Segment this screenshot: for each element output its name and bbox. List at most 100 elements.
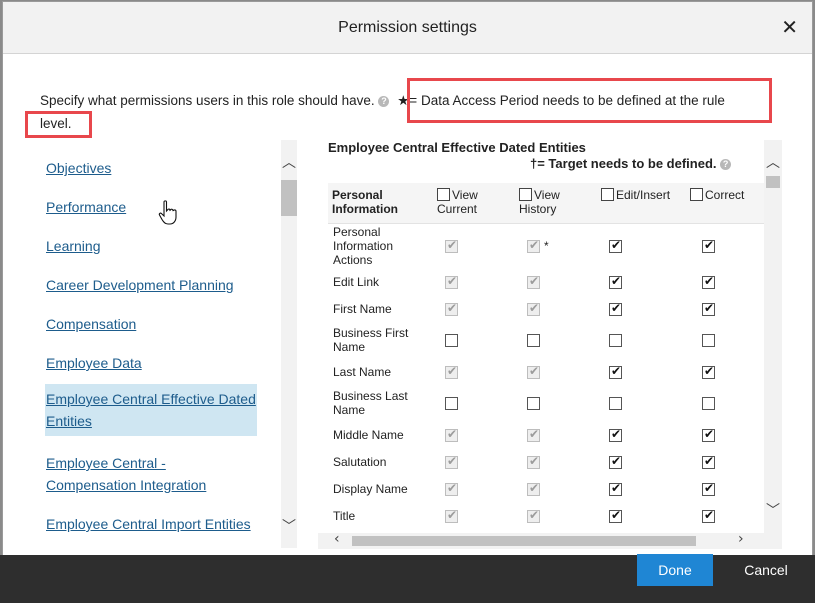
table-row: Personal Information Actions * [328,223,764,268]
checkbox-cell [433,223,515,268]
permission-checkbox[interactable] [609,454,622,469]
horizontal-scroll-thumb[interactable] [352,536,696,546]
permission-checkbox [527,481,540,496]
cancel-button[interactable]: Cancel [733,554,799,586]
permission-checkbox [445,454,458,469]
sidebar-item[interactable]: Employee Central Effective Dated Entitie… [45,384,257,436]
permission-checkbox [527,427,540,442]
checkbox-cell [686,475,764,502]
permission-checkbox[interactable] [702,481,715,496]
sidebar-scroll-thumb[interactable] [281,180,297,216]
view-current-all-checkbox[interactable] [437,188,450,201]
edit-insert-all-checkbox[interactable] [601,188,614,201]
permission-checkbox[interactable] [702,334,715,348]
permission-checkbox [445,508,458,523]
sidebar-item[interactable]: Employee Central Import Entities [46,513,257,535]
permission-checkbox[interactable] [445,334,458,348]
close-icon[interactable]: ✕ [781,16,798,38]
help-icon[interactable]: ? [720,159,732,170]
permission-checkbox[interactable] [609,301,622,316]
permission-checkbox[interactable] [609,481,622,496]
permission-checkbox [445,301,458,316]
intro-text: Specify what permissions users in this r… [40,93,375,108]
chevron-down-icon[interactable]: ﹀ [282,516,296,536]
chevron-right-icon[interactable]: › [738,531,744,547]
checkbox-cell [515,475,597,502]
chevron-left-icon[interactable]: ‹ [334,531,340,547]
row-label: Personal Information Actions [333,224,394,267]
checkbox-cell [515,295,597,322]
column-header-correct[interactable]: Correct [686,183,764,224]
row-label: Edit Link [333,274,380,289]
table-header-row: Personal Information View Current View H… [328,183,764,224]
checkbox-cell [433,385,515,421]
permission-checkbox[interactable] [702,274,715,289]
sidebar-item[interactable]: Employee Data [46,352,257,374]
sidebar-item[interactable]: Career Development Planning [46,274,257,296]
permission-checkbox[interactable] [702,238,715,253]
table-horizontal-scrollbar[interactable]: ‹ › [318,531,782,549]
checkbox-cell [515,358,597,385]
column-header-view-current[interactable]: View Current [433,183,515,224]
permission-checkbox[interactable] [702,364,715,379]
checkbox-cell [433,421,515,448]
checkbox-cell [686,322,764,358]
permission-checkbox[interactable] [609,238,622,253]
checkbox-cell [686,448,764,475]
view-history-all-checkbox[interactable] [519,188,532,201]
sidebar-item[interactable]: Objectives [46,157,257,179]
table-scrollbar[interactable] [764,140,782,533]
permission-checkbox[interactable] [702,397,715,411]
row-label: Salutation [333,454,387,469]
help-icon[interactable]: ? [378,96,390,107]
permission-checkbox [445,238,458,253]
permission-checkbox[interactable] [527,397,540,411]
permission-checkbox [527,454,540,469]
row-label: Title [333,508,356,523]
checkbox-cell [597,448,686,475]
chevron-up-icon[interactable]: ︿ [282,152,296,172]
permission-checkbox [527,364,540,379]
sidebar-item[interactable]: Learning [46,235,257,257]
permission-checkbox[interactable] [702,427,715,442]
permission-checkbox[interactable] [609,427,622,442]
chevron-down-icon[interactable]: ﹀ [766,500,780,520]
permission-checkbox [445,427,458,442]
permission-checkbox [527,508,540,523]
checkbox-cell [597,358,686,385]
panel-title: Employee Central Effective Dated Entitie… [328,140,586,155]
checkbox-cell [686,421,764,448]
checkbox-cell [686,295,764,322]
column-header-view-history[interactable]: View History [515,183,597,224]
permission-checkbox [445,274,458,289]
sidebar-item[interactable]: Employee Central - Compensation Integrat… [46,452,257,496]
sidebar-item[interactable]: Performance [46,196,257,218]
permission-table-wrapper: Personal Information View Current View H… [328,183,764,533]
permission-checkbox[interactable] [702,508,715,523]
checkbox-cell [515,421,597,448]
column-header-edit-insert[interactable]: Edit/Insert [597,183,686,224]
permission-checkbox[interactable] [609,364,622,379]
permission-checkbox[interactable] [445,397,458,411]
permission-checkbox [527,238,540,253]
done-button[interactable]: Done [637,554,713,586]
checkbox-cell [597,385,686,421]
checkbox-cell [686,502,764,529]
permission-checkbox[interactable] [702,301,715,316]
sidebar-item[interactable]: Compensation [46,313,257,335]
permission-checkbox[interactable] [609,334,622,348]
column-header-personal-info: Personal Information [328,183,433,224]
correct-all-checkbox[interactable] [690,188,703,201]
checkbox-cell [686,268,764,295]
checkbox-cell [433,358,515,385]
permission-checkbox[interactable] [609,508,622,523]
table-scroll-thumb[interactable] [766,176,780,188]
row-label: Business Last Name [333,389,408,417]
table-row: Display Name [328,475,764,502]
permission-checkbox[interactable] [527,334,540,348]
permission-checkbox[interactable] [609,274,622,289]
permission-checkbox[interactable] [609,397,622,411]
chevron-up-icon[interactable]: ︿ [766,152,780,172]
permission-checkbox[interactable] [702,454,715,469]
checkbox-cell: * [515,223,597,268]
